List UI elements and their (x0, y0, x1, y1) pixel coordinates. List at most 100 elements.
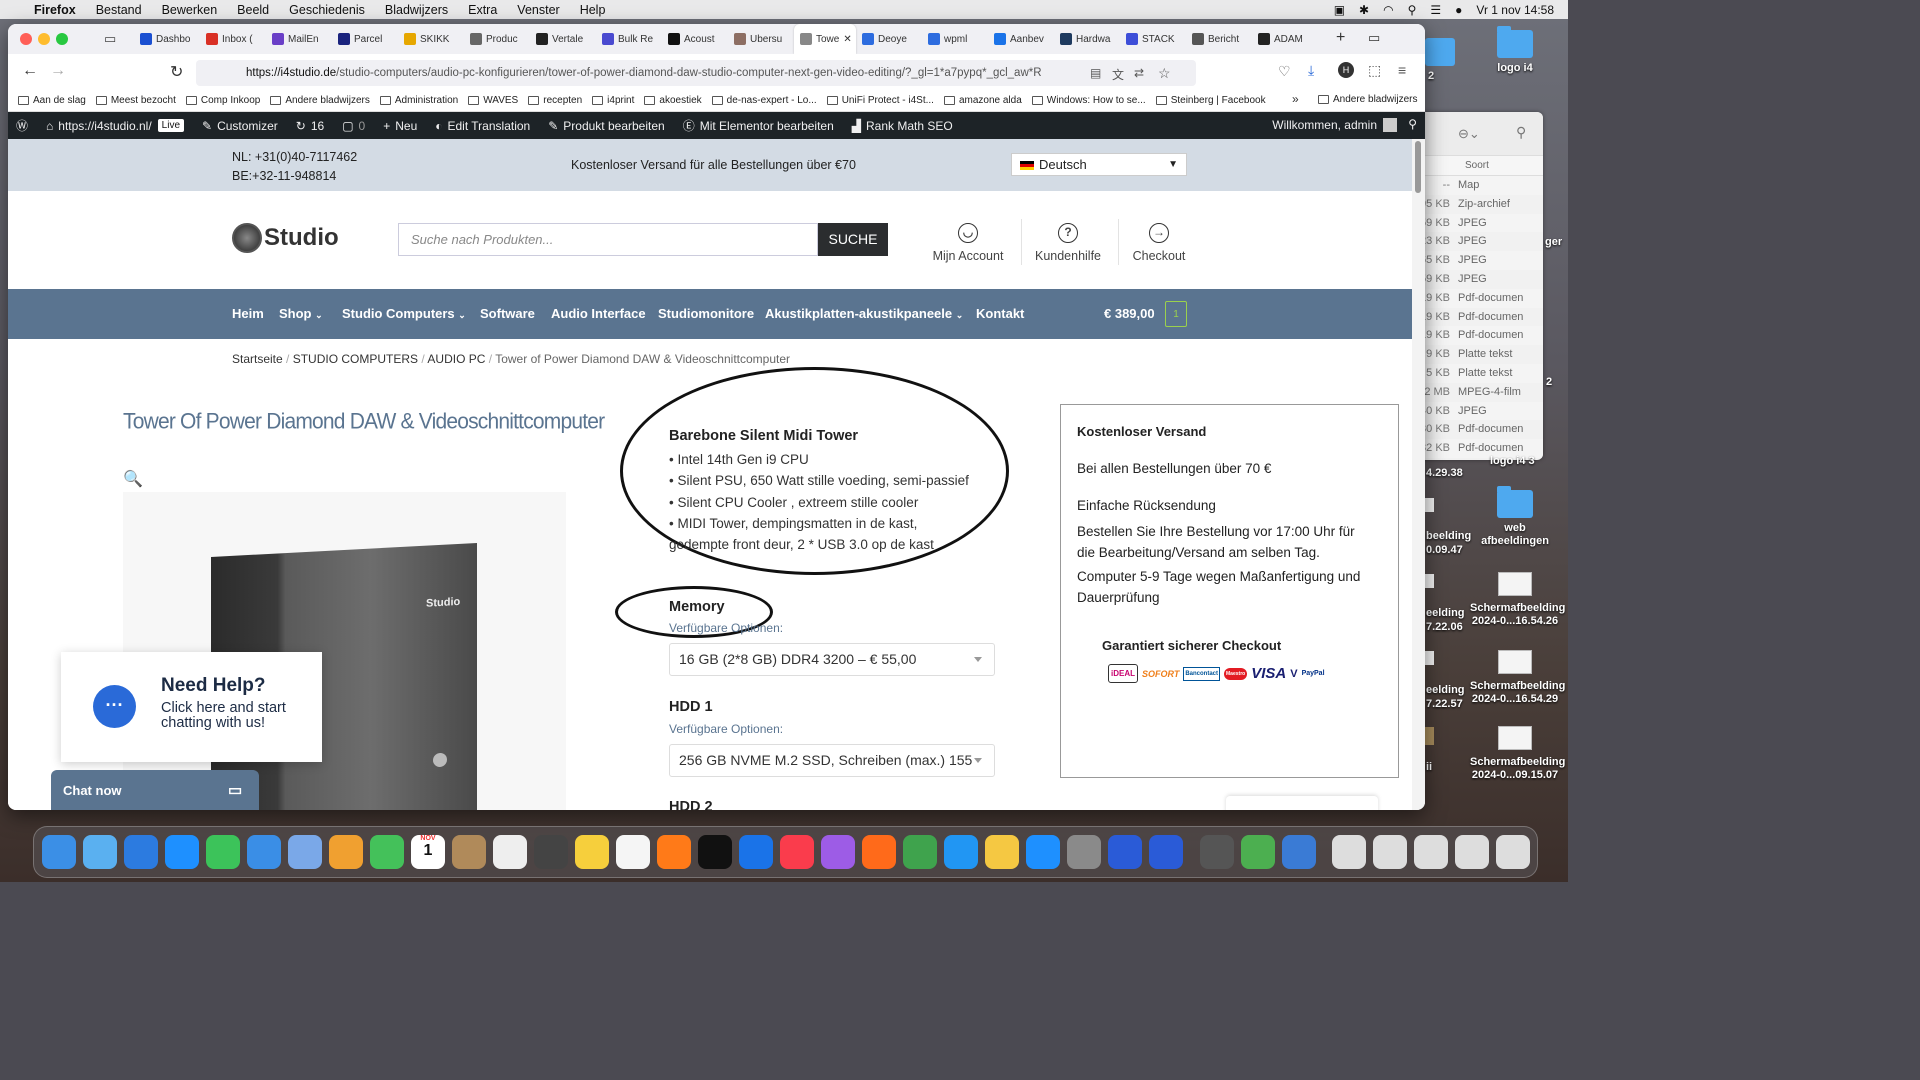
skype-icon[interactable] (165, 835, 199, 869)
tab-8[interactable]: Acoust (662, 24, 728, 54)
finder-row[interactable]: 59 KB JPEG (1408, 213, 1543, 233)
tab-10[interactable]: Towe ✕ (794, 24, 856, 54)
translate-page-icon[interactable]: ⇄ (1134, 66, 1144, 80)
tab-4[interactable]: SKIKK (398, 24, 464, 54)
freeform-icon[interactable] (616, 835, 650, 869)
tab-list-icon[interactable]: ▭ (104, 31, 116, 47)
scrollbar-thumb[interactable] (1415, 141, 1421, 193)
tab-0[interactable]: Dashbo (134, 24, 200, 54)
finder-row[interactable]: 30 KB Pdf-documen (1408, 420, 1543, 439)
menu-venster[interactable]: Venster (517, 3, 559, 17)
keynote-icon[interactable] (862, 835, 896, 869)
doc1-icon[interactable] (1332, 835, 1366, 869)
bookmark-star-icon[interactable]: ☆ (1158, 65, 1171, 82)
finder-row[interactable]: 40 KB JPEG (1408, 401, 1543, 421)
tab-16[interactable]: Bericht (1186, 24, 1252, 54)
close-tab-icon[interactable]: ✕ (843, 34, 851, 45)
desktop-folder-web-afbeeldingen[interactable]: web afbeeldingen (1470, 486, 1560, 548)
breadcrumb-audio-pc[interactable]: AUDIO PC (427, 352, 485, 366)
product-image[interactable]: Studio (123, 492, 566, 810)
tab-13[interactable]: Aanbev (988, 24, 1054, 54)
finder-window[interactable]: ⊖⌄ ⚲ Soort -- Map 95 KB Zip-archief 59 KB JPEG… (1408, 112, 1543, 460)
menu-help[interactable]: Help (580, 3, 606, 17)
finder-row[interactable]: 59 KB JPEG (1408, 270, 1543, 289)
wp-new[interactable]: + Neu (383, 119, 417, 133)
desktop-screenshot-2[interactable]: Schermafbeelding 2024-0...16.54.29 (1470, 650, 1565, 706)
finder-row[interactable]: ,2 MB MPEG-4-film (1408, 383, 1543, 402)
nav-kontakt[interactable]: Kontakt (976, 306, 1024, 321)
tab-12[interactable]: wpml (922, 24, 988, 54)
desktop-screenshot-3[interactable]: Schermafbeelding 2024-0...09.15.07 (1470, 726, 1565, 782)
nav-audio-interface[interactable]: Audio Interface (551, 306, 646, 321)
help-link[interactable]: ? Kundenhilfe (1018, 223, 1118, 263)
finder-row[interactable]: 23 KB JPEG (1408, 232, 1543, 251)
bluetooth-icon[interactable]: ✱ (1359, 3, 1369, 17)
reader-view-icon[interactable]: ▤ (1090, 66, 1101, 80)
bookmark-item[interactable]: WAVES (468, 95, 518, 106)
translate-icon[interactable]: 文 (1112, 66, 1124, 83)
finder-row[interactable]: 9 KB Platte tekst (1408, 345, 1543, 364)
calculator-icon[interactable] (534, 835, 568, 869)
nav-software[interactable]: Software (480, 306, 535, 321)
search-icon[interactable]: ⚲ (1516, 124, 1526, 141)
zoom-window-button[interactable] (56, 33, 68, 45)
bookmark-item[interactable]: Aan de slag (18, 95, 86, 106)
wordpress-icon[interactable]: Ⓦ (16, 117, 28, 134)
account-link[interactable]: ◡ Mijn Account (918, 223, 1018, 263)
screens2-icon[interactable] (1149, 835, 1183, 869)
bookmark-item[interactable]: Meest bezocht (95, 95, 176, 106)
wp-edit-translation[interactable]: ◐ Edit Translation (435, 119, 530, 133)
back-button[interactable]: ← (22, 62, 38, 80)
launchpad-icon[interactable] (83, 835, 117, 869)
account-icon[interactable]: H (1338, 62, 1354, 78)
floating-widget[interactable] (1226, 796, 1378, 810)
menu-bewerken[interactable]: Bewerken (162, 3, 218, 17)
network-icon[interactable] (1282, 835, 1316, 869)
screens-icon[interactable] (1108, 835, 1142, 869)
cart-total[interactable]: € 389,00 (1104, 306, 1155, 321)
nav-studio-computers[interactable]: Studio Computers ⌄ (342, 306, 466, 321)
finder-row[interactable]: -- Map (1408, 176, 1543, 195)
finder-row[interactable]: 19 KB Pdf-documen (1408, 308, 1543, 327)
tab-7[interactable]: Bulk Re (596, 24, 662, 54)
more-options-icon[interactable]: ⊖⌄ (1458, 126, 1480, 142)
menu-geschiedenis[interactable]: Geschiedenis (289, 3, 365, 17)
tab-9[interactable]: Ubersu (728, 24, 794, 54)
tab-14[interactable]: Hardwa (1054, 24, 1120, 54)
safari-icon[interactable] (124, 835, 158, 869)
chrome-icon[interactable] (1241, 835, 1275, 869)
status-app-icon[interactable]: ▣ (1334, 3, 1345, 17)
wifi-icon[interactable]: ◠ (1383, 3, 1393, 17)
sidebar-toggle-icon[interactable]: ▭ (1368, 30, 1380, 46)
nav-shop[interactable]: Shop ⌄ (279, 306, 323, 321)
bookmark-item[interactable]: recepten (528, 95, 582, 106)
menu-app[interactable]: Firefox (34, 3, 76, 17)
firefox-icon[interactable] (657, 835, 691, 869)
wp-elementor[interactable]: Ⓔ Mit Elementor bearbeiten (683, 117, 834, 134)
bookmark-item[interactable]: Andere bladwijzers (270, 95, 370, 106)
preview-icon[interactable] (1200, 835, 1234, 869)
doc3-icon[interactable] (1414, 835, 1448, 869)
keynote2-icon[interactable] (944, 835, 978, 869)
wp-comments[interactable]: ▢ 0 (342, 119, 365, 133)
menu-icon[interactable]: ≡ (1398, 62, 1406, 78)
need-help-widget[interactable]: ··· Need Help? Click here and start chatt… (61, 652, 322, 762)
numbers-icon[interactable] (903, 835, 937, 869)
forward-button[interactable]: → (50, 62, 66, 80)
mail-icon[interactable] (247, 835, 281, 869)
control-center-icon[interactable]: ☰ (1430, 3, 1441, 17)
cart-icon[interactable]: 1 (1165, 301, 1187, 327)
menu-extra[interactable]: Extra (468, 3, 497, 17)
wp-edit-product[interactable]: ✎ Produkt bearbeiten (548, 119, 664, 133)
music-icon[interactable] (780, 835, 814, 869)
facetime-icon[interactable] (370, 835, 404, 869)
pocket-icon[interactable]: ♡ (1278, 63, 1291, 80)
bookmark-item[interactable]: akoestiek (644, 95, 702, 106)
file-icon-partial[interactable] (1424, 651, 1434, 665)
podcasts-icon[interactable] (821, 835, 855, 869)
messages-icon[interactable] (206, 835, 240, 869)
tab-15[interactable]: STACK (1120, 24, 1186, 54)
tab-17[interactable]: ADAM (1252, 24, 1318, 54)
close-window-button[interactable] (20, 33, 32, 45)
nav-heim[interactable]: Heim (232, 306, 264, 321)
